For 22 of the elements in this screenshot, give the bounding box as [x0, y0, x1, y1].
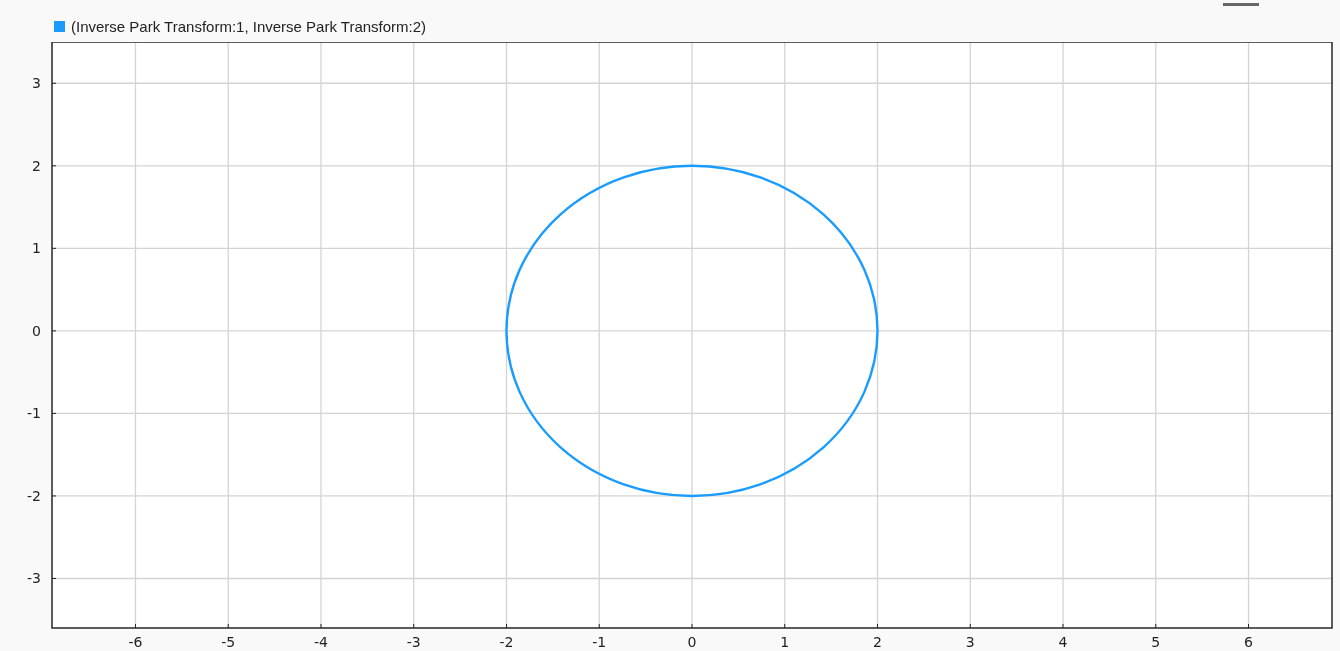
x-tick-label: -5: [221, 634, 236, 650]
y-tick-label: -1: [27, 405, 41, 422]
x-tick-label: 2: [873, 634, 882, 650]
x-tick-label: 3: [965, 634, 975, 650]
x-tick-label: -6: [128, 634, 143, 650]
y-tick-label: 3: [32, 75, 41, 92]
y-tick-label: 1: [32, 240, 41, 257]
y-tick-label: -3: [27, 570, 41, 587]
x-tick-label: -4: [314, 634, 328, 650]
y-tick-label: 0: [32, 322, 41, 339]
dash-icon[interactable]: [1223, 3, 1259, 6]
x-tick-label: -3: [406, 634, 421, 650]
legend-label: (Inverse Park Transform:1, Inverse Park Transform:2): [71, 17, 427, 35]
x-tick-label: 1: [780, 634, 790, 650]
x-tick-label: -1: [592, 634, 607, 650]
y-tick-label: 2: [32, 157, 41, 174]
x-tick-label: 4: [1058, 634, 1068, 650]
x-tick-label: 5: [1151, 634, 1161, 650]
x-tick-label: 0: [687, 634, 697, 650]
x-tick-label: 6: [1244, 634, 1253, 650]
x-tick-label: -2: [499, 634, 514, 650]
y-tick-label: -2: [27, 487, 41, 504]
